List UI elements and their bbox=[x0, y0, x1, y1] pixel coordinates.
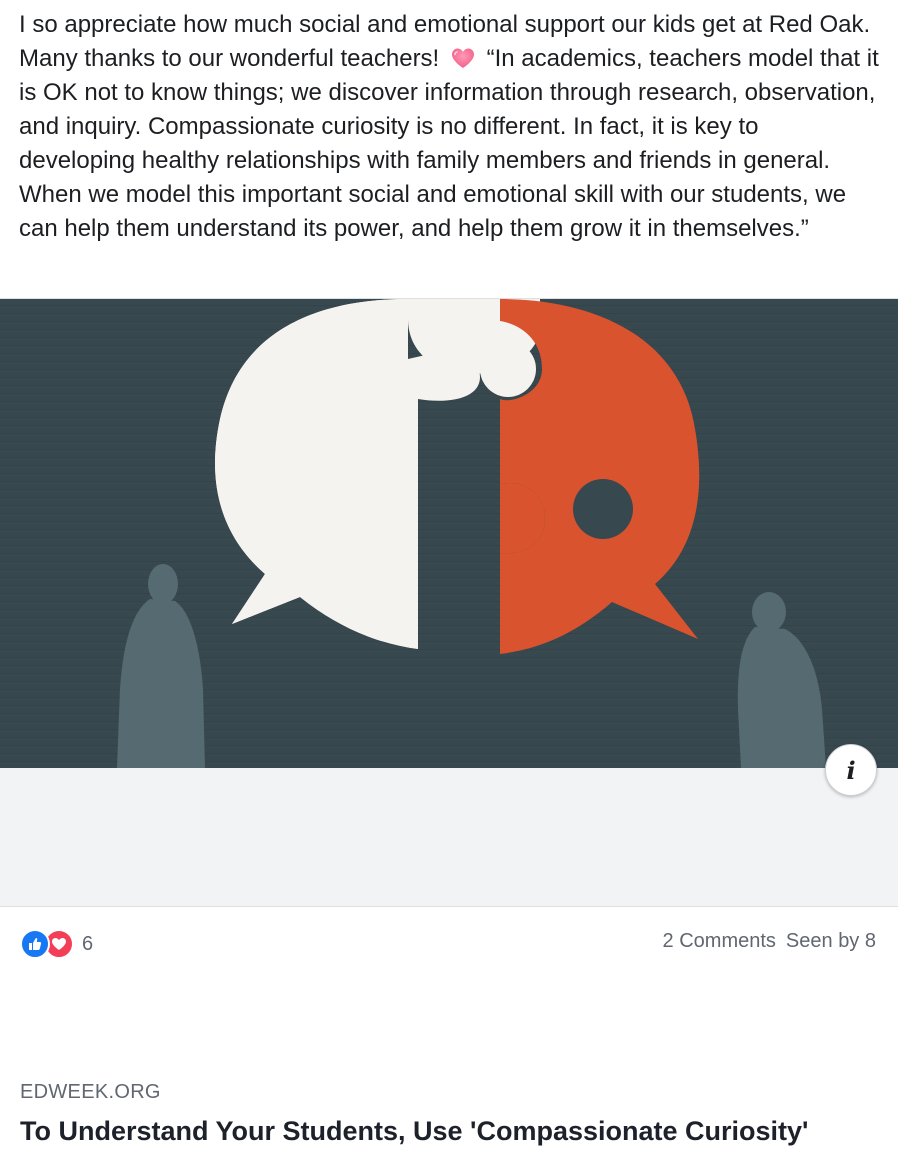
post-message: I so appreciate how much social and emot… bbox=[19, 8, 881, 246]
heart-emoji-icon bbox=[450, 45, 476, 68]
comments-link[interactable]: 2 Comments bbox=[663, 930, 776, 953]
link-title[interactable]: To Understand Your Students, Use 'Compas… bbox=[20, 1113, 840, 1149]
seen-by-link[interactable]: Seen by 8 bbox=[786, 930, 876, 953]
footer-stats: 2 Comments Seen by 8 bbox=[663, 930, 876, 953]
reactions-summary[interactable]: 6 bbox=[20, 929, 93, 959]
reaction-count: 6 bbox=[82, 932, 94, 955]
post-footer: 6 2 Comments Seen by 8 bbox=[0, 920, 898, 966]
info-icon[interactable]: i bbox=[825, 744, 877, 796]
link-preview-image[interactable] bbox=[0, 299, 898, 768]
link-preview-card[interactable]: EDWEEK.ORG To Understand Your Students, … bbox=[0, 298, 898, 1146]
link-domain: EDWEEK.ORG bbox=[20, 1081, 161, 1103]
post-text-part-2: “In academics, teachers model that it is… bbox=[19, 45, 879, 242]
like-icon bbox=[20, 929, 50, 959]
